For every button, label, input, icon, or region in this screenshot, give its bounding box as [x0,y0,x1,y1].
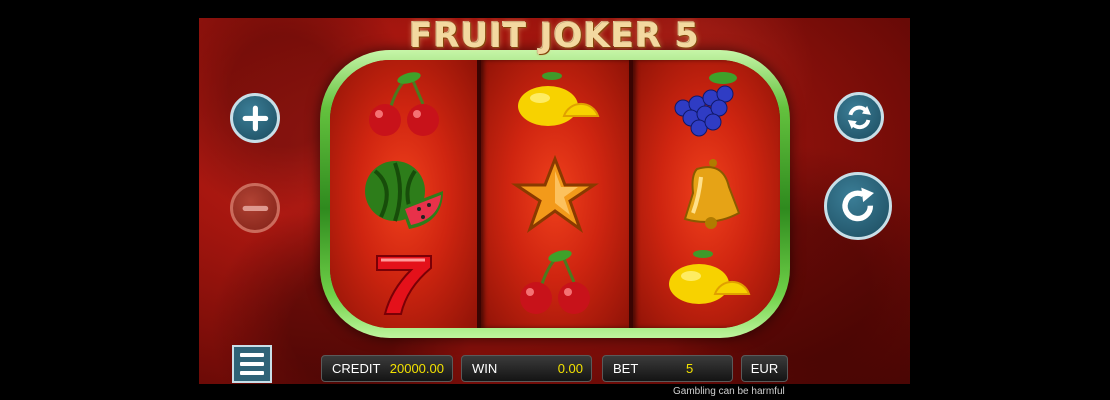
watermelon-symbol [359,155,449,233]
lemon-symbol [661,244,751,322]
menu-icon [240,353,264,357]
menu-button[interactable] [232,345,272,383]
win-panel: WIN 0.00 [461,355,592,382]
game-title: FRUIT JOKER 5 [409,18,700,56]
star-symbol [510,154,600,234]
grapes-symbol [661,66,751,144]
reel-3 [628,60,780,328]
cherries-symbol [359,66,449,144]
gambling-disclaimer: Gambling can be harmful [673,386,785,397]
reel-2 [477,60,629,328]
currency-panel: EUR [741,355,788,382]
spin-icon [842,187,875,222]
bet-value: 5 [686,361,694,376]
win-value: 0.00 [557,361,583,376]
credit-panel: CREDIT 20000.00 [321,355,453,382]
minus-icon [242,205,268,211]
currency-label: EUR [750,361,779,376]
bell-symbol [661,155,751,233]
bet-panel[interactable]: BET 5 [602,355,733,382]
autoplay-button[interactable] [834,92,884,142]
cherries-symbol [510,244,600,322]
lemon-symbol [510,66,600,144]
reel-1 [330,60,478,328]
reels-area [330,60,780,328]
credit-value: 20000.00 [389,361,444,376]
seven-symbol [359,244,449,322]
spin-button[interactable] [824,172,892,240]
win-label: WIN [472,361,498,376]
credit-label: CREDIT [332,361,381,376]
bet-increase-button[interactable] [230,93,280,143]
plus-icon [242,105,268,131]
bet-decrease-button[interactable] [230,183,280,233]
bet-label: BET [613,361,639,376]
autoplay-icon [847,105,871,129]
